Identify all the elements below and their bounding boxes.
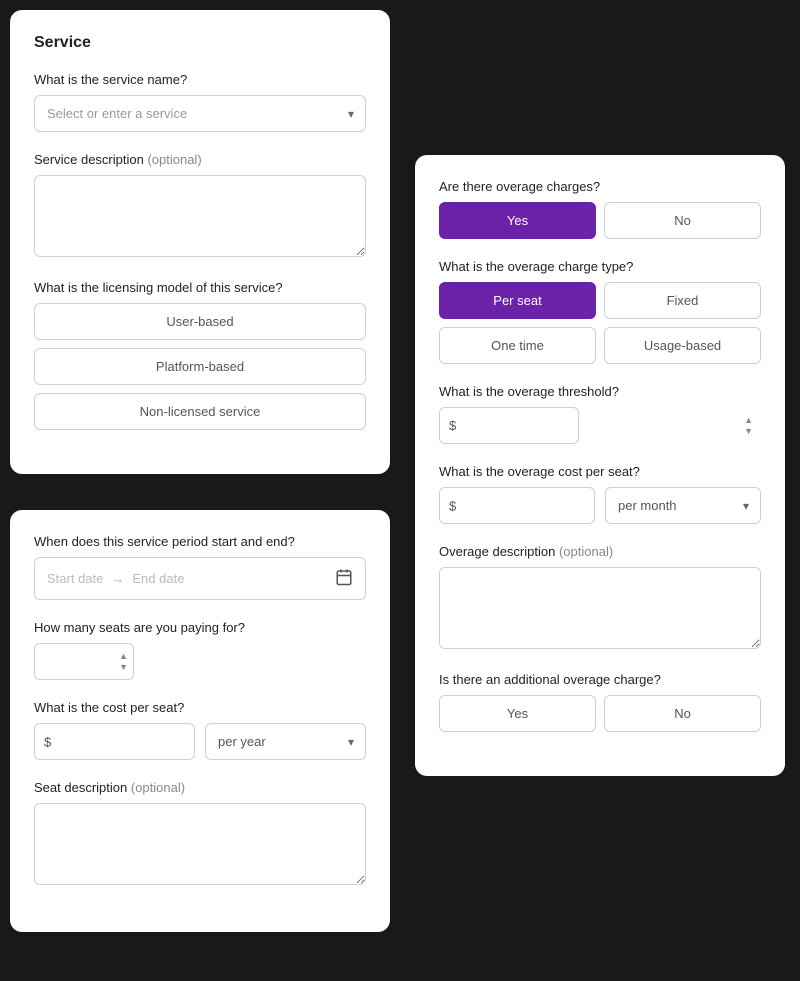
cost-input-wrapper: $ xyxy=(34,723,195,760)
overage-type-label: What is the overage charge type? xyxy=(439,259,761,274)
overage-card: Are there overage charges? Yes No What i… xyxy=(415,155,785,776)
overage-cost-seat-field: What is the overage cost per seat? $ per… xyxy=(439,464,761,524)
threshold-spinner[interactable]: ▲ ▼ xyxy=(744,416,753,436)
overage-no-btn[interactable]: No xyxy=(604,202,761,239)
spinner-down-icon[interactable]: ▼ xyxy=(119,663,128,672)
seats-field: How many seats are you paying for? ▲ ▼ xyxy=(34,620,366,680)
service-name-label: What is the service name? xyxy=(34,72,366,87)
overage-charges-field: Are there overage charges? Yes No xyxy=(439,179,761,239)
seat-desc-field: Seat description (optional) xyxy=(34,780,366,888)
additional-overage-label: Is there an additional overage charge? xyxy=(439,672,761,687)
threshold-field: What is the overage threshold? $ ▲ ▼ xyxy=(439,384,761,444)
cost-input[interactable] xyxy=(34,723,195,760)
start-date-placeholder: Start date xyxy=(47,571,103,586)
licensing-field: What is the licensing model of this serv… xyxy=(34,280,366,430)
period-card: When does this service period start and … xyxy=(10,510,390,932)
additional-overage-field: Is there an additional overage charge? Y… xyxy=(439,672,761,732)
seat-desc-textarea[interactable] xyxy=(34,803,366,885)
overage-type-per-seat[interactable]: Per seat xyxy=(439,282,596,319)
seat-desc-label: Seat description (optional) xyxy=(34,780,366,795)
overage-period-select[interactable]: per month per year per quarter xyxy=(605,487,761,524)
service-title: Service xyxy=(34,34,366,52)
licensing-options: User-based Platform-based Non-licensed s… xyxy=(34,303,366,430)
seats-label: How many seats are you paying for? xyxy=(34,620,366,635)
overage-dollar-sign: $ xyxy=(449,498,456,513)
additional-overage-yes-no: Yes No xyxy=(439,695,761,732)
licensing-platform-based[interactable]: Platform-based xyxy=(34,348,366,385)
date-range-input[interactable]: Start date → End date xyxy=(34,557,366,600)
threshold-spinner-down[interactable]: ▼ xyxy=(744,427,753,436)
threshold-label: What is the overage threshold? xyxy=(439,384,761,399)
threshold-spinner-up[interactable]: ▲ xyxy=(744,416,753,425)
seats-spinner[interactable]: ▲ ▼ xyxy=(119,652,128,672)
licensing-non-licensed[interactable]: Non-licensed service xyxy=(34,393,366,430)
overage-cost-row: $ per month per year per quarter xyxy=(439,487,761,524)
threshold-dollar-sign: $ xyxy=(449,418,456,433)
service-desc-field: Service description (optional) xyxy=(34,152,366,260)
service-name-select-wrapper[interactable]: Select or enter a service xyxy=(34,95,366,132)
licensing-user-based[interactable]: User-based xyxy=(34,303,366,340)
end-date-placeholder: End date xyxy=(132,571,327,586)
overage-type-fixed[interactable]: Fixed xyxy=(604,282,761,319)
overage-type-field: What is the overage charge type? Per sea… xyxy=(439,259,761,364)
arrow-icon: → xyxy=(111,571,124,586)
overage-type-one-time[interactable]: One time xyxy=(439,327,596,364)
service-name-field: What is the service name? Select or ente… xyxy=(34,72,366,132)
cost-row: $ per year per month per quarter xyxy=(34,723,366,760)
period-select-wrapper[interactable]: per year per month per quarter xyxy=(205,723,366,760)
overage-charges-label: Are there overage charges? xyxy=(439,179,761,194)
overage-cost-seat-label: What is the overage cost per seat? xyxy=(439,464,761,479)
period-field: When does this service period start and … xyxy=(34,534,366,600)
dollar-sign: $ xyxy=(44,734,51,749)
overage-desc-label: Overage description (optional) xyxy=(439,544,761,559)
overage-type-options: Per seat Fixed One time Usage-based xyxy=(439,282,761,364)
overage-period-select-wrapper[interactable]: per month per year per quarter xyxy=(605,487,761,524)
period-select[interactable]: per year per month per quarter xyxy=(205,723,366,760)
overage-desc-textarea[interactable] xyxy=(439,567,761,649)
overage-type-usage-based[interactable]: Usage-based xyxy=(604,327,761,364)
additional-yes-btn[interactable]: Yes xyxy=(439,695,596,732)
service-name-select[interactable]: Select or enter a service xyxy=(34,95,366,132)
overage-cost-input-wrapper: $ xyxy=(439,487,595,524)
threshold-input[interactable] xyxy=(439,407,579,444)
calendar-icon[interactable] xyxy=(335,568,353,589)
threshold-input-wrapper: $ ▲ ▼ xyxy=(439,407,761,444)
licensing-label: What is the licensing model of this serv… xyxy=(34,280,366,295)
period-label: When does this service period start and … xyxy=(34,534,366,549)
service-desc-label: Service description (optional) xyxy=(34,152,366,167)
overage-yes-btn[interactable]: Yes xyxy=(439,202,596,239)
overage-cost-input[interactable] xyxy=(439,487,595,524)
overage-yes-no: Yes No xyxy=(439,202,761,239)
cost-per-seat-label: What is the cost per seat? xyxy=(34,700,366,715)
service-desc-textarea[interactable] xyxy=(34,175,366,257)
seats-input-wrapper: ▲ ▼ xyxy=(34,643,134,680)
overage-desc-field: Overage description (optional) xyxy=(439,544,761,652)
additional-no-btn[interactable]: No xyxy=(604,695,761,732)
service-card: Service What is the service name? Select… xyxy=(10,10,390,474)
cost-per-seat-field: What is the cost per seat? $ per year pe… xyxy=(34,700,366,760)
spinner-up-icon[interactable]: ▲ xyxy=(119,652,128,661)
